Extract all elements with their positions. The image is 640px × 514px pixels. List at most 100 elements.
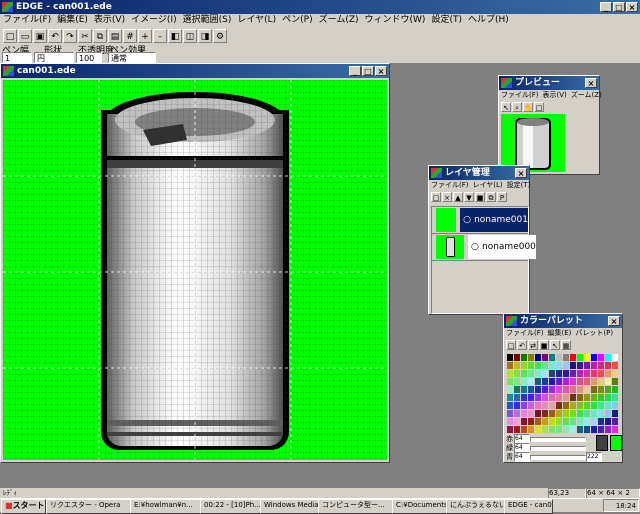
palette-swatch[interactable] [570, 402, 576, 409]
paste-icon[interactable]: ▤ [108, 29, 122, 43]
palette-swatch[interactable] [528, 378, 534, 385]
menu-item[interactable]: 設定(T) [428, 14, 465, 27]
palette-swatch[interactable] [584, 402, 590, 409]
palette-swatch[interactable] [528, 370, 534, 377]
palette-swatch[interactable] [598, 370, 604, 377]
opacity-field[interactable]: 100 [76, 52, 102, 63]
palette-swatch[interactable] [535, 410, 541, 417]
palette-swatch[interactable] [521, 386, 527, 393]
cut-icon[interactable]: ✂ [78, 29, 92, 43]
palette-swatch[interactable] [591, 378, 597, 385]
palette-swatch[interactable] [514, 418, 520, 425]
palette-new-icon[interactable]: □ [506, 340, 516, 350]
palette-swatch[interactable] [521, 362, 527, 369]
palette-swatch[interactable] [577, 386, 583, 393]
palette-swatch[interactable] [535, 394, 541, 401]
palette-swatch[interactable] [507, 418, 513, 425]
layer-icon[interactable]: ◫ [183, 29, 197, 43]
move-down-icon[interactable]: ▼ [464, 192, 474, 202]
palette-swatch[interactable] [556, 378, 562, 385]
palette-swatch[interactable] [563, 402, 569, 409]
palette-close-button[interactable]: × [608, 316, 620, 326]
new-file-icon[interactable]: □ [3, 29, 17, 43]
menu-item[interactable]: 表示(V) [91, 14, 128, 27]
canvas-close-button[interactable]: × [375, 66, 387, 76]
palette-swatch[interactable] [542, 386, 548, 393]
palette-swatch[interactable] [542, 402, 548, 409]
palette-swatch[interactable] [535, 370, 541, 377]
palette-swatch[interactable] [549, 362, 555, 369]
palette-swatch[interactable] [563, 362, 569, 369]
palette-swatch[interactable] [591, 362, 597, 369]
palette-swatch[interactable] [549, 386, 555, 393]
palette-swatch[interactable] [528, 418, 534, 425]
palette-swatch[interactable] [521, 394, 527, 401]
palette-swatch[interactable] [514, 402, 520, 409]
palette-swatch[interactable] [514, 378, 520, 385]
menu-item[interactable]: 表示(V) [541, 90, 569, 101]
palette-swatch[interactable] [549, 394, 555, 401]
palette-swatch[interactable] [605, 386, 611, 393]
palette-swatch[interactable] [605, 410, 611, 417]
palette-swatch[interactable] [542, 418, 548, 425]
menu-item[interactable]: レイヤ(L) [234, 14, 279, 27]
palette-swatch[interactable] [507, 426, 513, 433]
palette-swatch[interactable] [605, 394, 611, 401]
palette-swatch[interactable] [507, 362, 513, 369]
palette-swatch[interactable] [598, 418, 604, 425]
undo-icon[interactable]: ↶ [48, 29, 62, 43]
palette-swatch[interactable] [591, 354, 597, 361]
palette-swatch[interactable] [507, 410, 513, 417]
palette-swatch[interactable] [507, 402, 513, 409]
palette-swatch[interactable] [598, 402, 604, 409]
palette-swatch[interactable] [584, 386, 590, 393]
green-slider[interactable] [530, 446, 586, 451]
palette-swatch[interactable] [549, 402, 555, 409]
palette-swatch[interactable] [605, 418, 611, 425]
menu-item[interactable]: レイヤ(L) [471, 180, 505, 191]
preview-fit-icon[interactable]: □ [534, 102, 544, 112]
palette-swatch[interactable] [556, 362, 562, 369]
palette-swatch[interactable] [535, 402, 541, 409]
palette-swatch[interactable] [584, 418, 590, 425]
palette-swatch[interactable] [591, 418, 597, 425]
current-color-swatch[interactable] [596, 435, 608, 451]
palette-swatch[interactable] [612, 362, 618, 369]
palette-swatch[interactable] [612, 418, 618, 425]
palette-swatch[interactable] [549, 426, 555, 433]
palette-swatches[interactable] [507, 354, 621, 434]
palette-swatch[interactable] [612, 378, 618, 385]
canvas-minimize-button[interactable]: _ [349, 66, 361, 76]
palette-swatch[interactable] [549, 378, 555, 385]
background-color-swatch[interactable] [610, 435, 622, 451]
palette-swatch[interactable] [528, 354, 534, 361]
palette-swatch[interactable] [612, 394, 618, 401]
palette-swatch[interactable] [514, 394, 520, 401]
new-layer-icon[interactable]: □ [431, 192, 441, 202]
palette-swatch[interactable] [528, 402, 534, 409]
palette-swatch[interactable] [563, 410, 569, 417]
palette-swatch[interactable] [577, 394, 583, 401]
preview-hand-icon[interactable]: ✋ [523, 102, 533, 112]
palette-swatch[interactable] [507, 354, 513, 361]
minimize-button[interactable]: _ [600, 2, 612, 12]
redo-icon[interactable]: ↷ [63, 29, 77, 43]
palette-swatch[interactable] [591, 370, 597, 377]
palette-swatch[interactable] [535, 354, 541, 361]
palette-swatch[interactable] [591, 386, 597, 393]
palette-swatch[interactable] [556, 394, 562, 401]
palette-swatch[interactable] [507, 386, 513, 393]
palette-swap-icon[interactable]: ⇄ [528, 340, 538, 350]
menu-item[interactable]: ズーム(Z) [569, 90, 604, 101]
palette-swatch[interactable] [507, 370, 513, 377]
palette-swatch[interactable] [584, 394, 590, 401]
palette-swatch[interactable] [570, 354, 576, 361]
palette-swatch[interactable] [521, 354, 527, 361]
palette-swatch[interactable] [556, 354, 562, 361]
layer-visibility-icon[interactable]: ○ [463, 208, 471, 232]
palette-swatch[interactable] [598, 362, 604, 369]
palette-swatch[interactable] [570, 362, 576, 369]
palette-swatch[interactable] [584, 378, 590, 385]
palette-swatch[interactable] [563, 386, 569, 393]
palette-swatch[interactable] [521, 410, 527, 417]
